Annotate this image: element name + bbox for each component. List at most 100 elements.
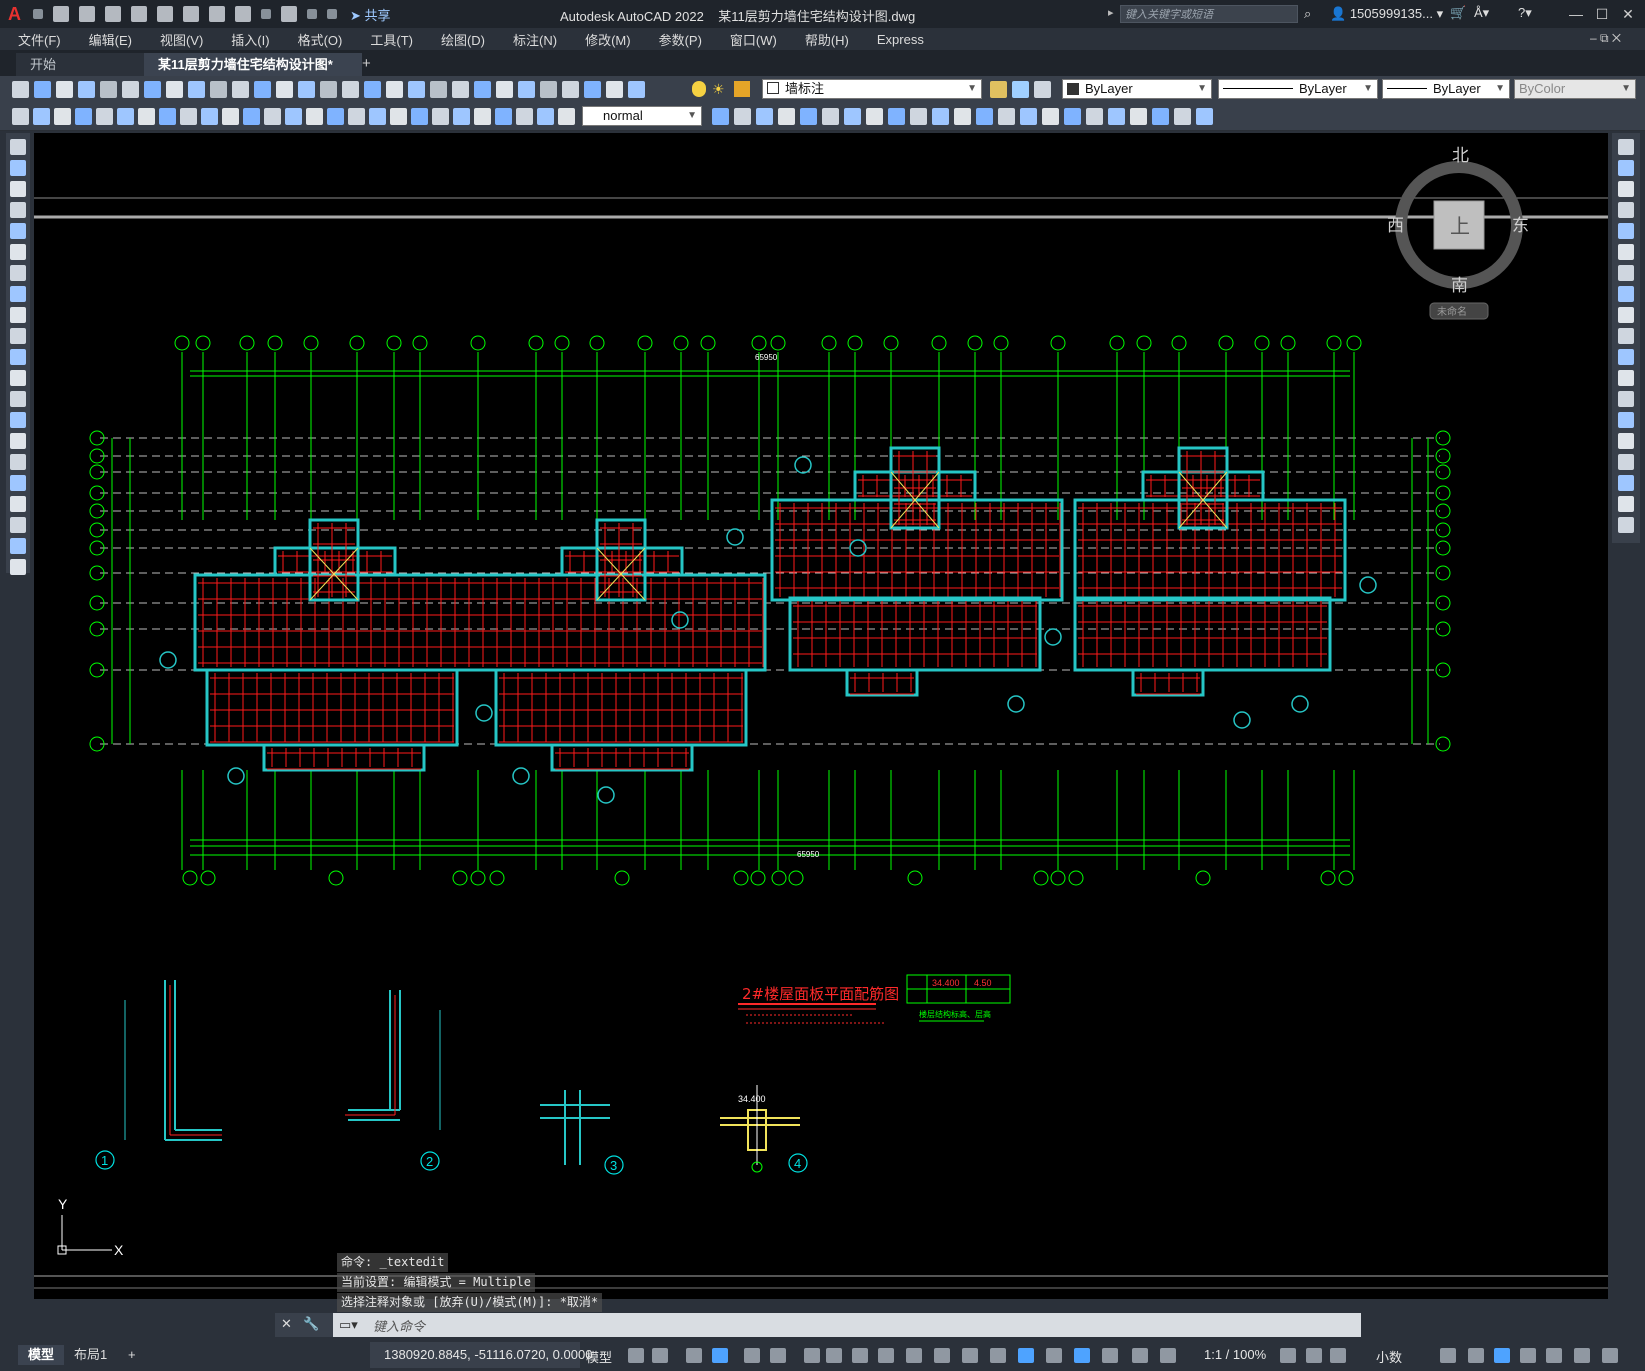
ordinate-dim-icon[interactable] [75, 108, 92, 125]
center-mark-icon[interactable] [306, 108, 323, 125]
undo-icon[interactable] [232, 81, 249, 98]
infer-icon[interactable] [686, 1348, 702, 1363]
new-icon[interactable] [12, 81, 29, 98]
arc-icon[interactable] [10, 244, 26, 260]
zoom-window-icon[interactable] [320, 81, 337, 98]
menu-icon[interactable] [1602, 1348, 1618, 1363]
spline-icon[interactable] [10, 307, 26, 323]
hardware-accel-icon[interactable] [1330, 1348, 1346, 1363]
add-layout-button[interactable]: + [118, 1345, 146, 1365]
continue-dim-icon[interactable] [222, 108, 239, 125]
ortho-icon[interactable] [712, 1348, 728, 1363]
publish-icon[interactable] [122, 81, 139, 98]
cad-drawing[interactable]: 65950 65950 2#楼屋面板平面配筋图 34.400 4.50 楼层结构标… [34, 133, 1608, 1299]
app-menu-arrow-icon[interactable] [33, 9, 43, 19]
radius-dim-icon[interactable] [96, 108, 113, 125]
break-icon[interactable] [1618, 391, 1634, 407]
match-layer-icon[interactable] [1012, 81, 1029, 98]
command-input[interactable]: ▭▾ 键入命令 [333, 1313, 1361, 1337]
menu-edit[interactable]: 编辑(E) [89, 30, 132, 49]
aligned-dim-icon[interactable] [33, 108, 50, 125]
coordinates-readout[interactable]: 1380920.8845, -51116.0720, 0.0000 [384, 1347, 592, 1362]
isolate-objects-icon[interactable] [1494, 1348, 1510, 1363]
gear-icon[interactable] [1280, 1348, 1296, 1363]
isodraft-icon[interactable] [770, 1348, 786, 1363]
tool-palette-icon[interactable] [408, 81, 425, 98]
help-icon[interactable]: ?▾ [1518, 5, 1532, 21]
linear-dim-icon[interactable] [12, 108, 29, 125]
add-selected-icon[interactable] [10, 538, 26, 554]
plotstyle-dropdown[interactable]: ByColor ▼ [1514, 79, 1636, 99]
shade-icon[interactable] [1130, 108, 1147, 125]
help-icon[interactable] [496, 81, 513, 98]
quick-properties-icon[interactable] [1440, 1348, 1456, 1363]
gradient-icon[interactable] [10, 454, 26, 470]
design-center-icon[interactable] [386, 81, 403, 98]
zoom-previous-icon[interactable] [342, 81, 359, 98]
layer-freeze-icon[interactable]: ☀ [712, 81, 728, 97]
linetype-dropdown[interactable]: ByLayer ▼ [1218, 79, 1378, 99]
menu-dimension[interactable]: 标注(N) [513, 30, 557, 49]
arc-length-icon[interactable] [54, 108, 71, 125]
gizmo-icon[interactable] [1018, 1348, 1034, 1363]
jogged-dim-icon[interactable] [117, 108, 134, 125]
drawing-canvas[interactable]: 65950 65950 2#楼屋面板平面配筋图 34.400 4.50 楼层结构标… [34, 133, 1608, 1299]
annotation-scale[interactable]: 1:1 / 100% [1204, 1347, 1266, 1362]
text-style-dropdown[interactable]: normal ▼ [582, 106, 702, 126]
redo-icon[interactable] [281, 6, 297, 22]
make-block-icon[interactable] [10, 391, 26, 407]
autodesk-a360-icon[interactable]: Å▾ [1474, 5, 1489, 21]
hatch-icon[interactable] [10, 433, 26, 449]
chamfer-icon[interactable] [1618, 433, 1634, 449]
open-icon[interactable] [34, 81, 51, 98]
customize-qat-icon[interactable] [327, 9, 337, 19]
plus-icon[interactable] [1306, 1348, 1322, 1363]
trim-icon[interactable] [1618, 328, 1634, 344]
cart-icon[interactable]: 🛒 [1450, 5, 1466, 21]
update-dim-icon[interactable] [1064, 108, 1081, 125]
region-icon[interactable] [10, 475, 26, 491]
shade-icon[interactable] [474, 108, 491, 125]
grid-icon[interactable] [628, 1348, 644, 1363]
quick-dim-icon[interactable] [180, 108, 197, 125]
close-icon[interactable]: ✕ [1618, 4, 1638, 24]
properties-icon[interactable] [364, 81, 381, 98]
tab-layout1[interactable]: 布局1 [64, 1345, 117, 1365]
polar-icon[interactable] [744, 1348, 760, 1363]
snap-icon[interactable] [652, 1348, 668, 1363]
extend-icon[interactable] [1618, 349, 1634, 365]
baseline-dim-icon[interactable] [844, 108, 861, 125]
layer-icon[interactable] [518, 81, 535, 98]
search-input[interactable]: 键入关键字或短语 [1120, 5, 1298, 23]
dim-text-edit-icon[interactable] [390, 108, 407, 125]
object-snap-icon[interactable] [826, 1348, 842, 1363]
point-icon[interactable] [10, 412, 26, 428]
open-file-icon[interactable] [79, 6, 95, 22]
menu-modify[interactable]: 修改(M) [585, 30, 631, 49]
redo-dropdown-icon[interactable] [307, 9, 317, 19]
radius-dim-icon[interactable] [734, 108, 751, 125]
save-as-icon[interactable] [131, 6, 147, 22]
aligned-dim-icon[interactable] [1196, 108, 1213, 125]
edit-dim-icon[interactable] [369, 108, 386, 125]
calculator-icon[interactable] [474, 81, 491, 98]
viewcube[interactable]: 北 南 东 西 上 未命名 [1384, 141, 1534, 321]
search-expand-icon[interactable]: ▸ [1108, 6, 1114, 19]
rotate-icon[interactable] [1618, 265, 1634, 281]
linear-dim-icon[interactable] [516, 108, 533, 125]
circle-icon[interactable] [10, 265, 26, 281]
jogged-linear-icon[interactable] [348, 108, 365, 125]
auto-scale-icon[interactable] [1074, 1348, 1090, 1363]
save-web-icon[interactable] [183, 6, 199, 22]
open-icon[interactable] [584, 81, 601, 98]
print-icon[interactable] [78, 81, 95, 98]
minimize-icon[interactable]: — [1566, 4, 1586, 24]
rectangle-icon[interactable] [10, 223, 26, 239]
new-file-icon[interactable] [53, 6, 69, 22]
polyline-icon[interactable] [10, 181, 26, 197]
workspace-icon[interactable] [1132, 1348, 1148, 1363]
new-tab-button[interactable]: + [362, 55, 371, 72]
blend-icon[interactable] [1618, 475, 1634, 491]
view-icon[interactable] [1086, 108, 1103, 125]
quick-dim-icon[interactable] [822, 108, 839, 125]
